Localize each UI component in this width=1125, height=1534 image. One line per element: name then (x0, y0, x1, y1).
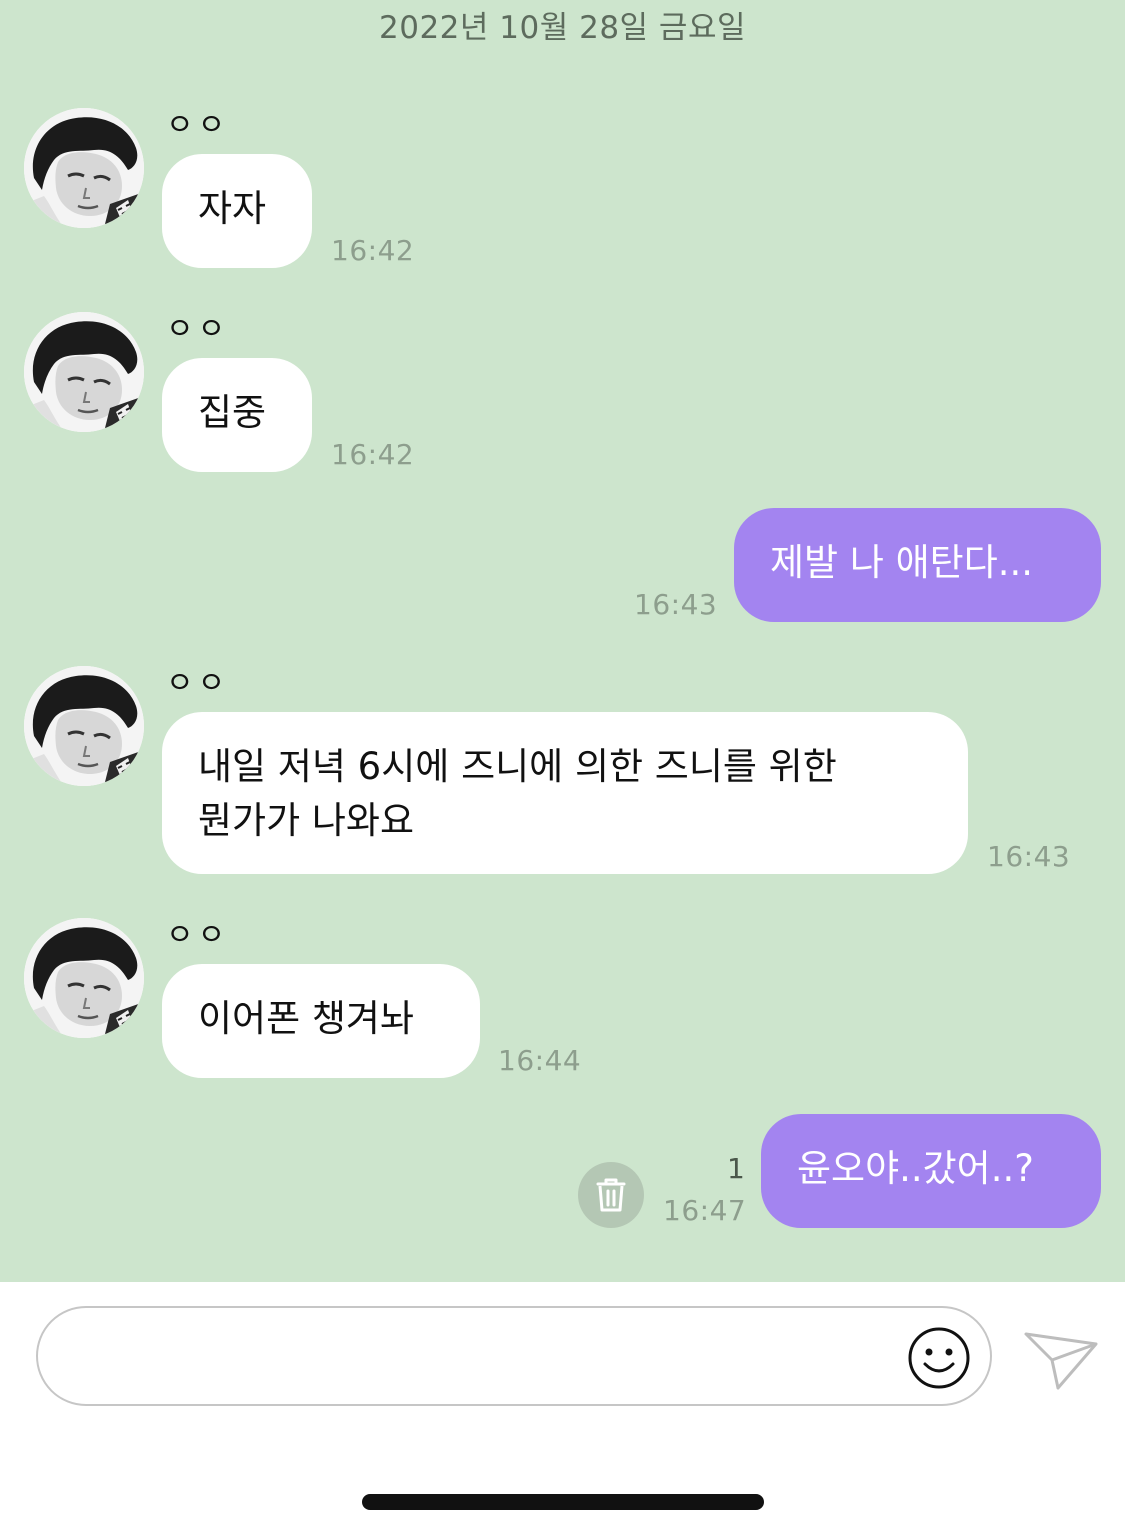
send-button[interactable] (1022, 1326, 1100, 1392)
sender-name: ㅇㅇ (166, 108, 230, 143)
message-bubble[interactable]: 자자 (162, 154, 312, 268)
delete-message-button[interactable] (578, 1162, 644, 1228)
message-bubble[interactable]: 집중 (162, 358, 312, 472)
message-bubble[interactable]: 내일 저녁 6시에 즈니에 의한 즈니를 위한 뭔가가 나와요 (162, 712, 968, 874)
profile-photo (24, 918, 144, 1038)
message-time: 16:42 (331, 438, 415, 471)
profile-photo (24, 666, 144, 786)
profile-photo (24, 108, 144, 228)
avatar[interactable] (24, 666, 144, 786)
avatar[interactable] (24, 108, 144, 228)
sender-name: ㅇㅇ (166, 312, 230, 347)
message-input-bar (0, 1282, 1125, 1534)
home-indicator (362, 1494, 764, 1510)
message-time: 16:42 (331, 234, 415, 267)
sent-message-bubble[interactable]: 제발 나 애탄다... (734, 508, 1101, 622)
date-divider: 2022년 10월 28일 금요일 (379, 10, 746, 46)
message-time: 16:43 (634, 588, 718, 621)
sender-name: ㅇㅇ (166, 918, 230, 953)
unread-count: 1 (727, 1152, 745, 1185)
chat-area[interactable]: 2022년 10월 28일 금요일 ㅇㅇ 자자 16:42 ㅇㅇ 집중 16:4… (0, 0, 1125, 1282)
message-time: 16:47 (663, 1194, 747, 1227)
message-bubble[interactable]: 이어폰 챙겨놔 (162, 964, 480, 1078)
message-input[interactable] (36, 1306, 992, 1406)
avatar[interactable] (24, 918, 144, 1038)
trash-icon (596, 1178, 626, 1212)
paper-plane-icon (1024, 1332, 1098, 1390)
smiley-icon (908, 1327, 970, 1389)
emoji-button[interactable] (907, 1326, 971, 1390)
message-time: 16:43 (987, 840, 1071, 873)
sender-name: ㅇㅇ (166, 666, 230, 701)
profile-photo (24, 312, 144, 432)
avatar[interactable] (24, 312, 144, 432)
message-time: 16:44 (498, 1044, 582, 1077)
sent-message-bubble[interactable]: 윤오야..갔어..? (761, 1114, 1101, 1228)
